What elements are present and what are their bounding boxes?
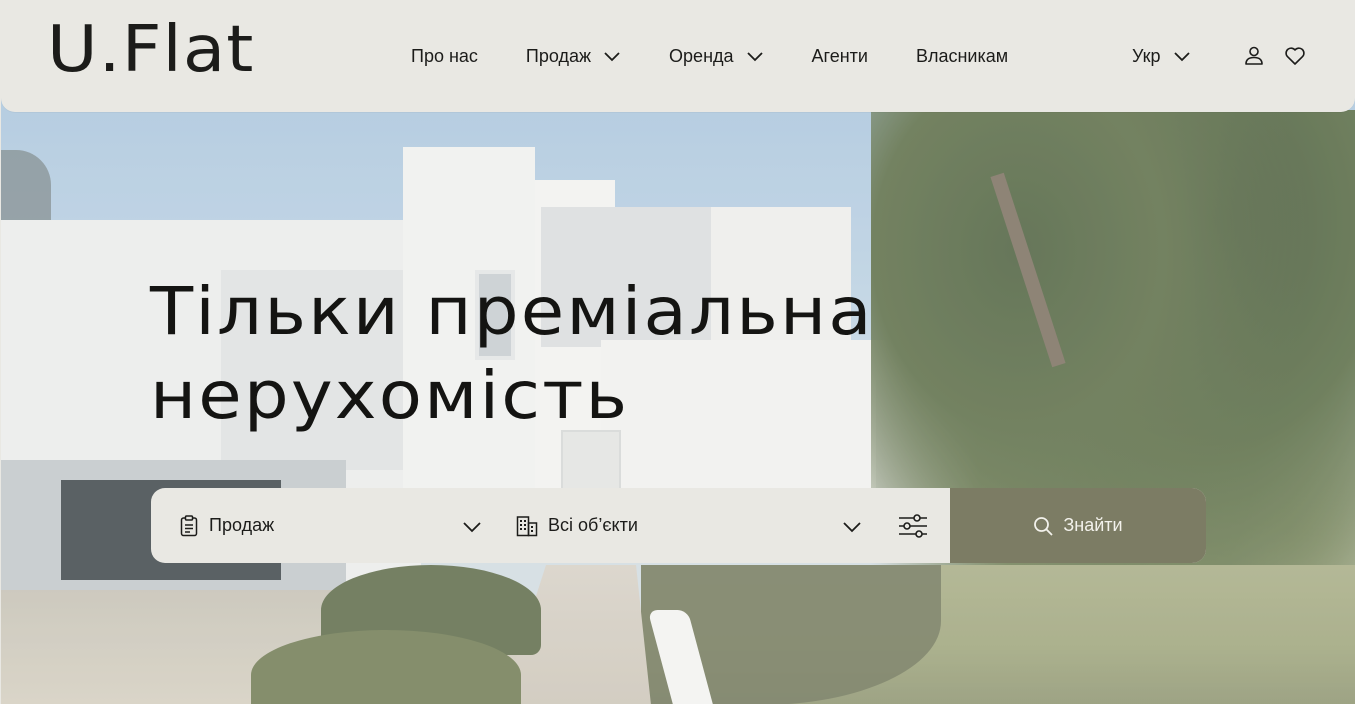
site-logo[interactable]: U.Flat [47, 14, 254, 86]
search-icon [1033, 516, 1054, 536]
heart-icon[interactable] [1283, 44, 1307, 68]
building-icon [516, 515, 538, 537]
language-selector[interactable]: Укр [1132, 40, 1191, 72]
property-type-select[interactable]: Всі об’єкти [496, 488, 876, 563]
deal-type-value: Продаж [209, 515, 275, 535]
search-submit-button[interactable]: Знайти [950, 488, 1206, 563]
sliders-icon[interactable] [876, 488, 950, 563]
headline-line-2: нерухомість [150, 357, 630, 434]
nav-item-sale[interactable]: Продаж [526, 46, 621, 67]
hero-headline: Тільки преміальна нерухомість [150, 270, 1027, 438]
headline-line-1: Тільки преміальна [150, 273, 874, 350]
nav-item-about[interactable]: Про нас [411, 46, 478, 67]
language-label: Укр [1132, 45, 1161, 66]
page: U.Flat Про нас Продаж Оренда Агенти Влас… [0, 0, 1355, 704]
chevron-down-icon [842, 516, 862, 536]
chevron-down-icon [603, 47, 621, 65]
nav-item-label: Продаж [525, 45, 592, 66]
chevron-down-icon [462, 516, 482, 536]
nav-item-label: Про нас [411, 45, 478, 66]
main-nav: Про нас Продаж Оренда Агенти Власникам [411, 40, 1008, 72]
property-search-bar: Продаж Всі об’єкти Знайти [151, 488, 1206, 563]
nav-item-agents[interactable]: Агенти [812, 46, 868, 67]
chevron-down-icon [746, 47, 764, 65]
nav-item-label: Агенти [811, 45, 868, 66]
user-icon[interactable] [1242, 44, 1266, 68]
deal-type-select[interactable]: Продаж [151, 488, 496, 563]
property-type-value: Всі об’єкти [548, 515, 638, 535]
chevron-down-icon [1173, 47, 1191, 65]
site-header: U.Flat Про нас Продаж Оренда Агенти Влас… [1, 0, 1355, 112]
nav-item-label: Оренда [669, 45, 734, 66]
search-submit-label: Знайти [1063, 515, 1123, 535]
nav-item-rent[interactable]: Оренда [669, 46, 763, 67]
nav-item-owners[interactable]: Власникам [916, 46, 1008, 67]
nav-item-label: Власникам [915, 45, 1009, 66]
clipboard-icon [179, 514, 199, 537]
